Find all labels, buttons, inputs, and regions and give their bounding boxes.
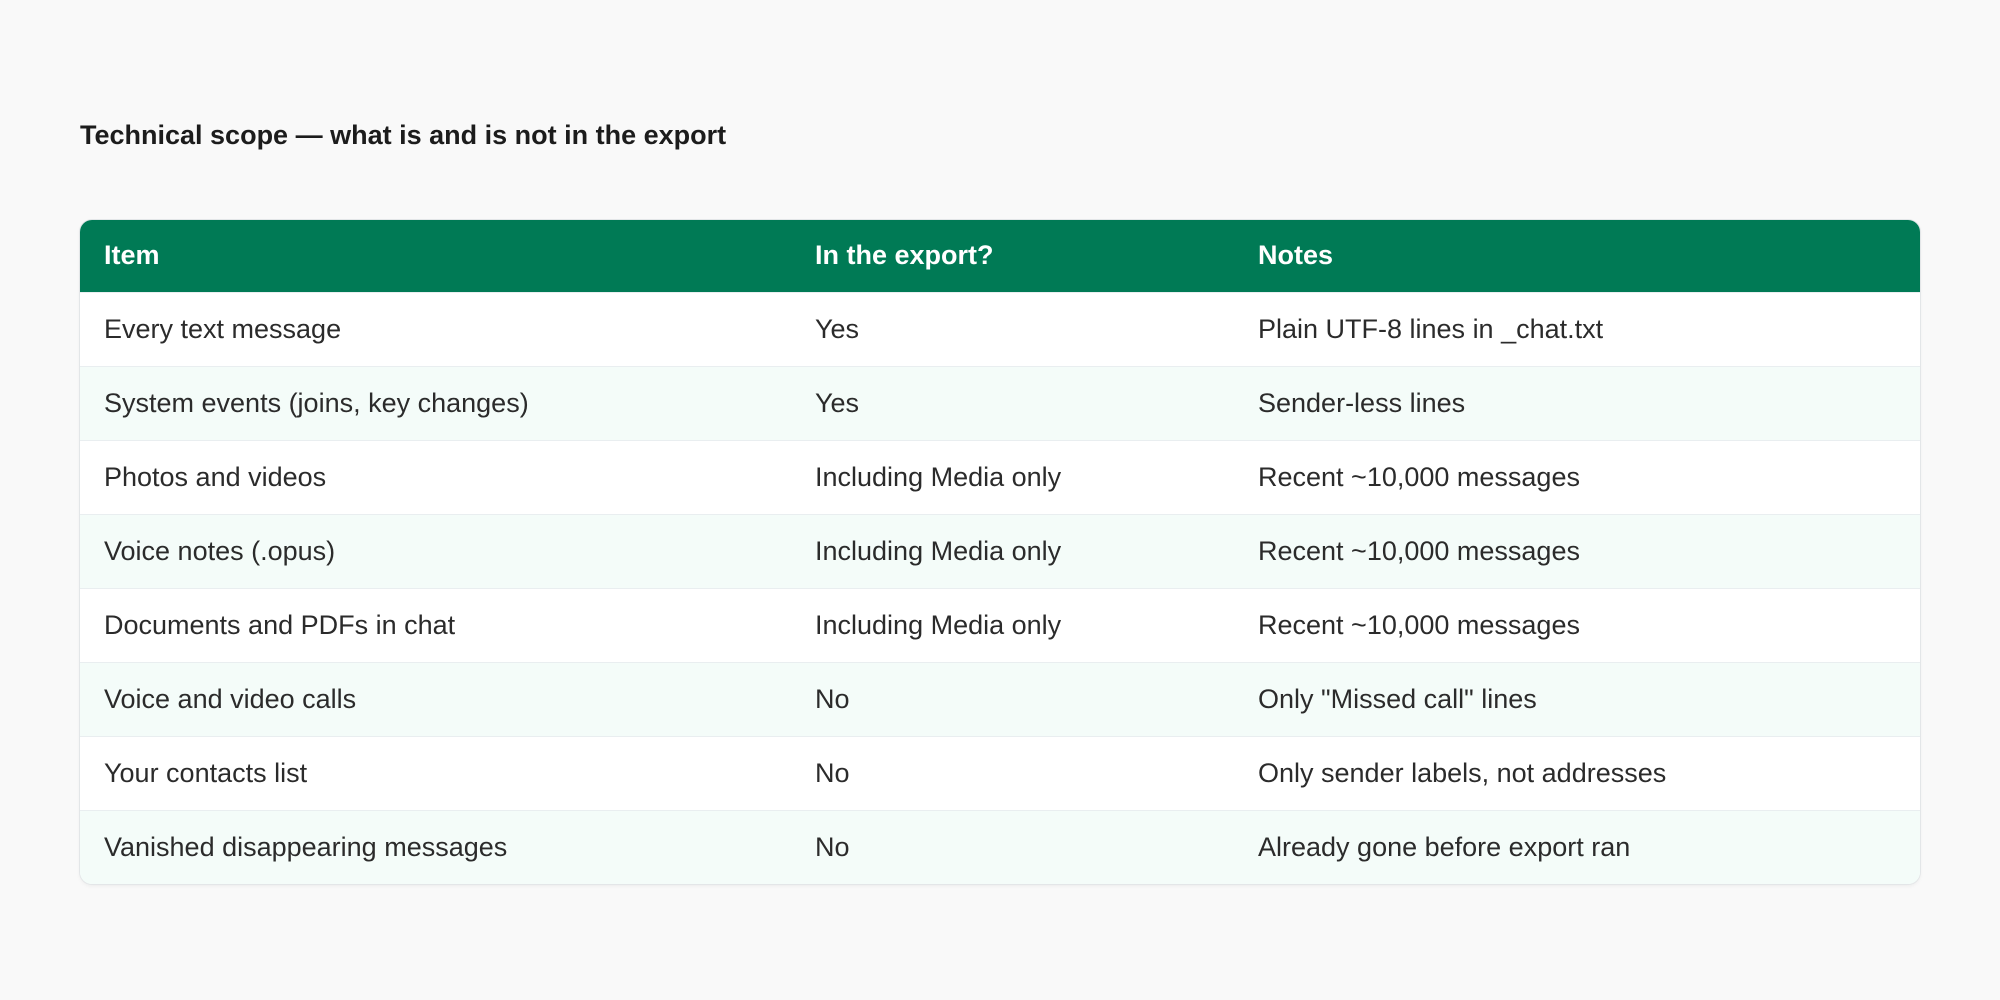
table-body: Every text message Yes Plain UTF-8 lines… xyxy=(80,292,1920,884)
header-row: Item In the export? Notes xyxy=(80,220,1920,292)
cell-in-export: No xyxy=(815,831,850,862)
table-row: Vanished disappearing messages No Alread… xyxy=(80,810,1920,884)
cell-item: Documents and PDFs in chat xyxy=(104,609,456,640)
cell-in-export: Including Media only xyxy=(815,609,1062,640)
cell-item: Every text message xyxy=(104,313,342,344)
page-title: Technical scope — what is and is not in … xyxy=(80,120,727,150)
table-row: Voice notes (.opus) Including Media only… xyxy=(80,514,1920,588)
cell-item: Voice notes (.opus) xyxy=(104,535,336,566)
cell-item: Your contacts list xyxy=(104,757,308,788)
header-notes: Notes xyxy=(1258,240,1334,271)
cell-item: Voice and video calls xyxy=(104,683,357,714)
cell-in-export: Including Media only xyxy=(815,535,1062,566)
table-row: Every text message Yes Plain UTF-8 lines… xyxy=(80,292,1920,366)
cell-in-export: Including Media only xyxy=(815,461,1062,492)
cell-item: Vanished disappearing messages xyxy=(104,831,508,862)
cell-notes: Recent ~10,000 messages xyxy=(1258,609,1580,640)
cell-notes: Recent ~10,000 messages xyxy=(1258,461,1580,492)
header-in-export: In the export? xyxy=(815,240,994,271)
table-row: Your contacts list No Only sender labels… xyxy=(80,736,1920,810)
scope-table: Item In the export? Notes Every text mes… xyxy=(80,220,1920,884)
cell-in-export: Yes xyxy=(815,313,860,344)
table-row: Photos and videos Including Media only R… xyxy=(80,440,1920,514)
cell-notes: Only "Missed call" lines xyxy=(1258,683,1537,714)
header-item: Item xyxy=(104,240,160,271)
cell-notes: Already gone before export ran xyxy=(1258,831,1631,862)
cell-item: System events (joins, key changes) xyxy=(104,387,529,418)
cell-item: Photos and videos xyxy=(104,461,327,492)
scope-table-card: Item In the export? Notes Every text mes… xyxy=(80,220,1920,884)
cell-notes: Only sender labels, not addresses xyxy=(1258,757,1667,788)
table-row: System events (joins, key changes) Yes S… xyxy=(80,366,1920,440)
table-row: Documents and PDFs in chat Including Med… xyxy=(80,588,1920,662)
table-row: Voice and video calls No Only "Missed ca… xyxy=(80,662,1920,736)
cell-in-export: Yes xyxy=(815,387,860,418)
cell-notes: Plain UTF-8 lines in _chat.txt xyxy=(1258,313,1604,344)
cell-notes: Recent ~10,000 messages xyxy=(1258,535,1580,566)
cell-in-export: No xyxy=(815,757,850,788)
table-header: Item In the export? Notes xyxy=(80,220,1920,292)
cell-notes: Sender-less lines xyxy=(1258,387,1466,418)
cell-in-export: No xyxy=(815,683,850,714)
